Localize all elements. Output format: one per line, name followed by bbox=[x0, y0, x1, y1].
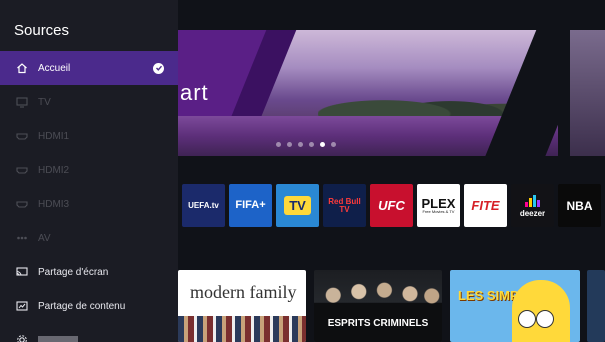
card-title: modern family bbox=[190, 282, 297, 302]
source-item-label: Accueil bbox=[38, 62, 71, 74]
app-tile-label: deezer bbox=[519, 209, 546, 218]
app-tile-label: FIFA+ bbox=[235, 199, 266, 211]
card-artwork-eye bbox=[518, 310, 536, 328]
carousel-dot[interactable] bbox=[287, 142, 292, 147]
carousel-dot-active[interactable] bbox=[320, 142, 325, 147]
app-tile-nba[interactable]: NBA bbox=[558, 184, 601, 227]
app-tile-redbull[interactable]: Red Bull TV bbox=[323, 184, 366, 227]
source-item-label: TV bbox=[38, 96, 51, 108]
carousel-dots bbox=[276, 142, 336, 147]
source-item-content-share[interactable]: Partage de contenu bbox=[0, 289, 178, 323]
hdmi-icon bbox=[16, 164, 28, 176]
card-artwork-eye bbox=[536, 310, 554, 328]
source-item-label: HDMI1 bbox=[38, 130, 70, 142]
deezer-equalizer-icon bbox=[525, 193, 540, 207]
content-card-next-peek[interactable] bbox=[587, 270, 605, 342]
app-tile-deezer[interactable]: deezer bbox=[511, 184, 554, 227]
app-tile-label: FITE bbox=[471, 198, 500, 213]
hero-next-peek[interactable] bbox=[570, 30, 605, 156]
card-artwork bbox=[512, 280, 570, 342]
app-tile-sublabel: Free Movies & TV bbox=[422, 209, 455, 214]
app-tile-label: UFC bbox=[378, 198, 405, 213]
carousel-dot[interactable] bbox=[298, 142, 303, 147]
card-artwork bbox=[314, 270, 442, 342]
carousel-dot[interactable] bbox=[331, 142, 336, 147]
source-item-label: HDMI2 bbox=[38, 164, 70, 176]
app-tile-fifa[interactable]: FIFA+ bbox=[229, 184, 272, 227]
hero-title: art bbox=[180, 80, 209, 105]
source-item-hdmi2[interactable]: HDMI2 bbox=[0, 153, 178, 187]
check-icon bbox=[153, 62, 164, 74]
source-item-hdmi1[interactable]: HDMI1 bbox=[0, 119, 178, 153]
app-row: UEFA.tv FIFA+ TV Red Bull TV UFC PLEX Fr… bbox=[182, 184, 601, 227]
source-item-label: Partage de contenu bbox=[38, 300, 126, 312]
blurred-label bbox=[38, 336, 78, 342]
app-tile-tv[interactable]: TV bbox=[276, 184, 319, 227]
app-tile-fite[interactable]: FITE bbox=[464, 184, 507, 227]
home-icon bbox=[16, 62, 28, 74]
hdmi-icon bbox=[16, 130, 28, 142]
sources-title: Sources bbox=[14, 22, 70, 39]
source-item-av[interactable]: AV bbox=[0, 221, 178, 255]
carousel-dot[interactable] bbox=[276, 142, 281, 147]
app-tile-ufc[interactable]: UFC bbox=[370, 184, 413, 227]
source-item-more[interactable] bbox=[0, 323, 178, 342]
hdmi-icon bbox=[16, 198, 28, 210]
content-card-les-simpson[interactable]: LES SIMPSON bbox=[450, 270, 580, 342]
hero-banner[interactable] bbox=[178, 30, 558, 156]
sources-panel: Sources Accueil TV HDMI1 HDMI2 HDMI3 AV … bbox=[0, 0, 178, 342]
gear-icon bbox=[16, 334, 28, 342]
source-item-tv[interactable]: TV bbox=[0, 85, 178, 119]
card-title: ESPRITS CRIMINELS bbox=[327, 318, 429, 329]
source-item-label: Partage d'écran bbox=[38, 266, 109, 278]
app-tile-uefa[interactable]: UEFA.tv bbox=[182, 184, 225, 227]
source-item-screen-share[interactable]: Partage d'écran bbox=[0, 255, 178, 289]
card-artwork bbox=[178, 316, 306, 342]
content-card-esprits-criminels[interactable]: ESPRITS CRIMINELS bbox=[314, 270, 442, 342]
carousel-dot[interactable] bbox=[309, 142, 314, 147]
content-card-modern-family[interactable]: modern family bbox=[178, 270, 306, 342]
app-tile-label: NBA bbox=[566, 198, 593, 213]
tv-home-screen: art UEFA.tv FIFA+ TV Red Bull TV UFC PLE… bbox=[0, 0, 605, 342]
app-tile-label: UEFA.tv bbox=[188, 200, 219, 210]
source-item-label: AV bbox=[38, 232, 51, 244]
app-tile-label: TV bbox=[284, 196, 311, 215]
tv-icon bbox=[16, 96, 28, 108]
content-share-icon bbox=[16, 300, 28, 312]
source-item-label: HDMI3 bbox=[38, 198, 70, 210]
app-tile-label: Red Bull TV bbox=[328, 196, 361, 214]
app-tile-plex[interactable]: PLEX Free Movies & TV bbox=[417, 184, 460, 227]
source-item-hdmi3[interactable]: HDMI3 bbox=[0, 187, 178, 221]
screen-share-icon bbox=[16, 266, 28, 278]
source-item-accueil[interactable]: Accueil bbox=[0, 51, 178, 85]
av-icon bbox=[16, 232, 28, 244]
